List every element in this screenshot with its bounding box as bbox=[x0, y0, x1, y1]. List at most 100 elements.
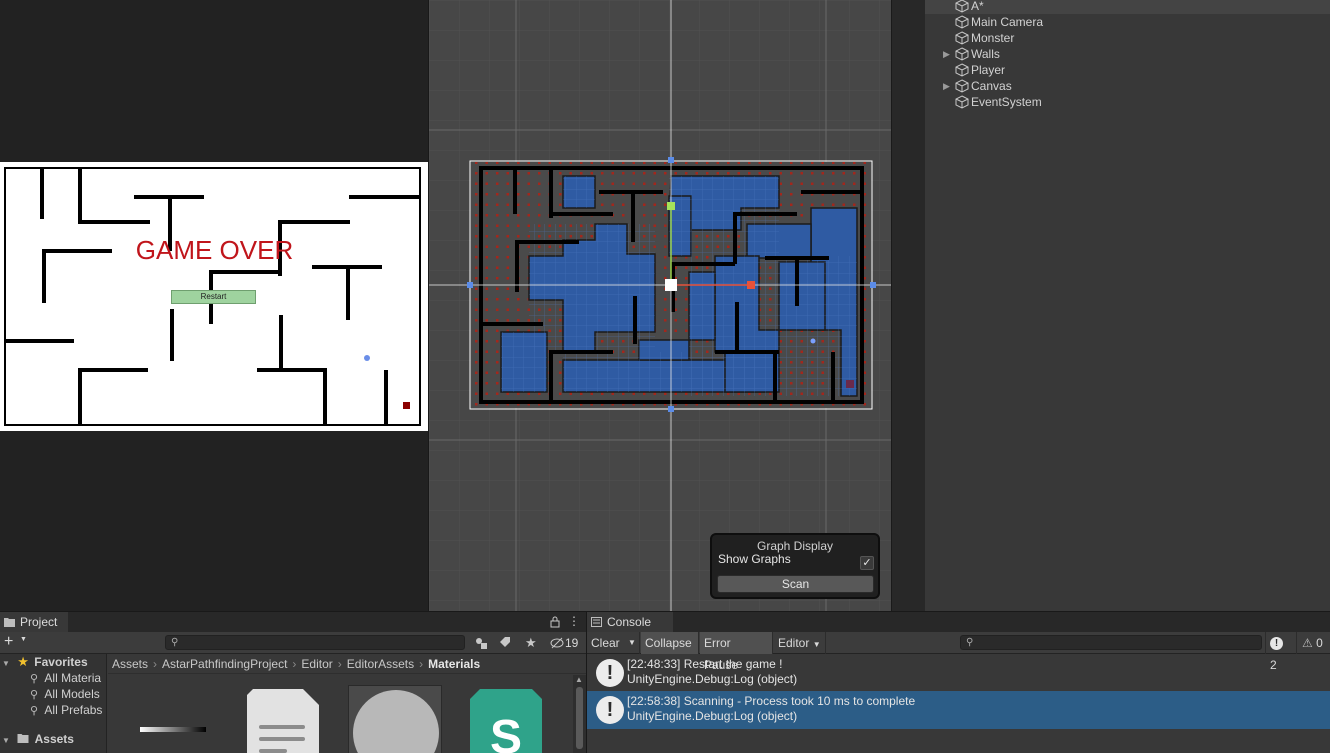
shadergraph-icon[interactable]: S bbox=[470, 689, 542, 753]
hidden-packages-icon[interactable] bbox=[550, 637, 564, 649]
expand-arrow-icon[interactable]: ▶ bbox=[943, 78, 950, 94]
hierarchy-item-monster[interactable]: Monster bbox=[925, 30, 1330, 46]
more-menu-icon[interactable]: ⋮ bbox=[568, 614, 580, 628]
search-icon: ⚲ bbox=[30, 689, 39, 701]
warning-count: 0 bbox=[1316, 636, 1323, 650]
asset-document-icon[interactable] bbox=[247, 689, 321, 753]
hierarchy-item-main-camera[interactable]: Main Camera bbox=[925, 14, 1330, 30]
breadcrumb-separator: › bbox=[419, 657, 424, 671]
hierarchy-item-walls[interactable]: ▶ Walls bbox=[925, 46, 1330, 62]
scrollbar-thumb[interactable] bbox=[576, 687, 583, 749]
favorite-label: All Models bbox=[44, 687, 100, 701]
rect-handle-left bbox=[467, 282, 473, 288]
filter-by-type-icon[interactable] bbox=[474, 636, 488, 650]
console-icon bbox=[591, 617, 602, 627]
gizmo-center-handle bbox=[665, 279, 677, 291]
favorites-label: Favorites bbox=[34, 655, 88, 669]
graph-display-title: Graph Display bbox=[756, 539, 834, 553]
hierarchy-item-label: Main Camera bbox=[971, 15, 1044, 29]
breadcrumb-item[interactable]: AstarPathfindingProject bbox=[162, 657, 287, 671]
folder-icon bbox=[4, 618, 15, 627]
hierarchy-panel: A* Main Camera Monster ▶ Walls Player ▶ … bbox=[925, 0, 1330, 611]
scene-canvas[interactable] bbox=[429, 0, 891, 611]
lock-icon[interactable] bbox=[550, 616, 560, 628]
material-sphere-icon bbox=[353, 690, 439, 753]
gizmo-y-handle bbox=[667, 202, 675, 210]
favorite-label: All Materia bbox=[44, 671, 102, 685]
breadcrumb-separator: › bbox=[292, 657, 297, 671]
favorites-sidebar: ▼ ★ Favorites ⚲ All Materia ⚲ All Models… bbox=[0, 654, 107, 753]
rect-handle-top bbox=[668, 157, 674, 163]
hierarchy-item-label: Canvas bbox=[971, 79, 1012, 93]
hierarchy-item-eventsystem[interactable]: EventSystem bbox=[925, 94, 1330, 110]
rect-handle-right bbox=[870, 282, 876, 288]
project-scrollbar[interactable]: ▲ bbox=[573, 675, 586, 753]
filter-by-label-icon[interactable] bbox=[499, 636, 511, 648]
breadcrumb-current: Materials bbox=[428, 657, 481, 671]
info-filter-toggle[interactable]: ! 2 bbox=[1265, 632, 1297, 672]
gameobject-cube-icon bbox=[955, 79, 969, 93]
gameobject-cube-icon bbox=[955, 47, 969, 61]
log-entry[interactable]: ! [22:48:33] Restart the game ! UnityEng… bbox=[587, 654, 1330, 692]
breadcrumb-separator: › bbox=[153, 657, 158, 671]
favorites-header[interactable]: ▼ ★ Favorites bbox=[2, 654, 109, 670]
game-over-text: GAME OVER bbox=[135, 235, 294, 265]
project-tabbar: Project ⋮ bbox=[0, 612, 586, 632]
clear-label: Clear bbox=[591, 636, 620, 650]
console-panel: Console Clear ▼ Collapse Error Pause Edi… bbox=[587, 612, 1330, 753]
asset-sphere-material[interactable] bbox=[348, 685, 442, 753]
show-graphs-checkbox[interactable]: ✓ bbox=[860, 556, 874, 570]
hierarchy-item-label: Monster bbox=[971, 31, 1015, 45]
log-entry-selected[interactable]: ! [22:58:38] Scanning - Process took 10 … bbox=[587, 691, 1330, 729]
hierarchy-gutter bbox=[891, 0, 925, 611]
info-icon: ! bbox=[1270, 637, 1283, 651]
expand-arrow-icon[interactable]: ▶ bbox=[943, 46, 950, 62]
hierarchy-item-label: Walls bbox=[971, 47, 1000, 61]
log-message: [22:58:38] Scanning - Process took 10 ms… bbox=[627, 694, 916, 708]
scroll-up-icon[interactable]: ▲ bbox=[575, 675, 583, 684]
show-graphs-label: Show Graphs bbox=[718, 552, 791, 566]
svg-text:S: S bbox=[490, 711, 522, 753]
hierarchy-item-player[interactable]: Player bbox=[925, 62, 1330, 78]
breadcrumb-item[interactable]: EditorAssets bbox=[347, 657, 414, 671]
game-maze: GAME OVER Restart bbox=[4, 167, 421, 426]
hierarchy-item-astar[interactable]: A* bbox=[925, 0, 1330, 14]
breadcrumb: Assets › AstarPathfindingProject › Editor › Ed… bbox=[108, 654, 586, 674]
assets-root[interactable]: ▼ Assets bbox=[2, 731, 109, 747]
rect-handle-bottom bbox=[668, 406, 674, 412]
project-panel: Project ⋮ + ▼ ⚲ ★ 19 ▼ ★ Favorites ⚲ All… bbox=[0, 612, 586, 753]
breadcrumb-item[interactable]: Editor bbox=[301, 657, 332, 671]
editor-dropdown[interactable]: Editor ▼ bbox=[774, 632, 826, 654]
tab-project[interactable]: Project bbox=[0, 612, 68, 632]
hierarchy-item-label: Player bbox=[971, 63, 1006, 77]
search-icon: ⚲ bbox=[30, 673, 39, 685]
add-button[interactable]: + bbox=[4, 632, 13, 652]
hierarchy-item-canvas[interactable]: ▶ Canvas bbox=[925, 78, 1330, 94]
expand-arrow-icon: ▼ bbox=[2, 736, 10, 745]
restart-button[interactable]: Restart bbox=[171, 290, 256, 304]
error-pause-toggle[interactable]: Error Pause bbox=[700, 632, 773, 672]
chevron-down-icon[interactable]: ▼ bbox=[628, 632, 636, 654]
gameobject-cube-icon bbox=[955, 15, 969, 29]
tab-label: Project bbox=[20, 615, 58, 629]
game-view[interactable]: GAME OVER Restart bbox=[0, 162, 428, 431]
scan-button[interactable]: Scan bbox=[717, 575, 874, 593]
tab-console[interactable]: Console bbox=[587, 612, 673, 632]
info-icon: ! bbox=[596, 696, 624, 724]
breadcrumb-item[interactable]: Assets bbox=[112, 657, 148, 671]
warning-icon: ⚠ bbox=[1302, 636, 1313, 650]
warning-filter-toggle[interactable]: ⚠ 0 bbox=[1298, 632, 1330, 654]
scene-view[interactable] bbox=[429, 0, 891, 611]
favorite-star-icon[interactable]: ★ bbox=[525, 632, 537, 654]
collapse-toggle[interactable]: Collapse bbox=[641, 632, 699, 654]
hierarchy-item-label: EventSystem bbox=[971, 95, 1042, 109]
project-toolbar: + ▼ ⚲ ★ 19 bbox=[0, 632, 586, 654]
hidden-packages-count: 19 bbox=[565, 636, 579, 650]
tab-label: Console bbox=[607, 615, 652, 629]
asset-gradient-material[interactable] bbox=[140, 727, 206, 732]
clear-button[interactable]: Clear ▼ bbox=[587, 632, 640, 654]
project-search-input[interactable]: ⚲ bbox=[165, 635, 465, 650]
console-search-input[interactable]: ⚲ bbox=[960, 635, 1262, 650]
chevron-down-icon[interactable]: ▼ bbox=[20, 636, 27, 643]
gameobject-cube-icon bbox=[955, 95, 969, 109]
